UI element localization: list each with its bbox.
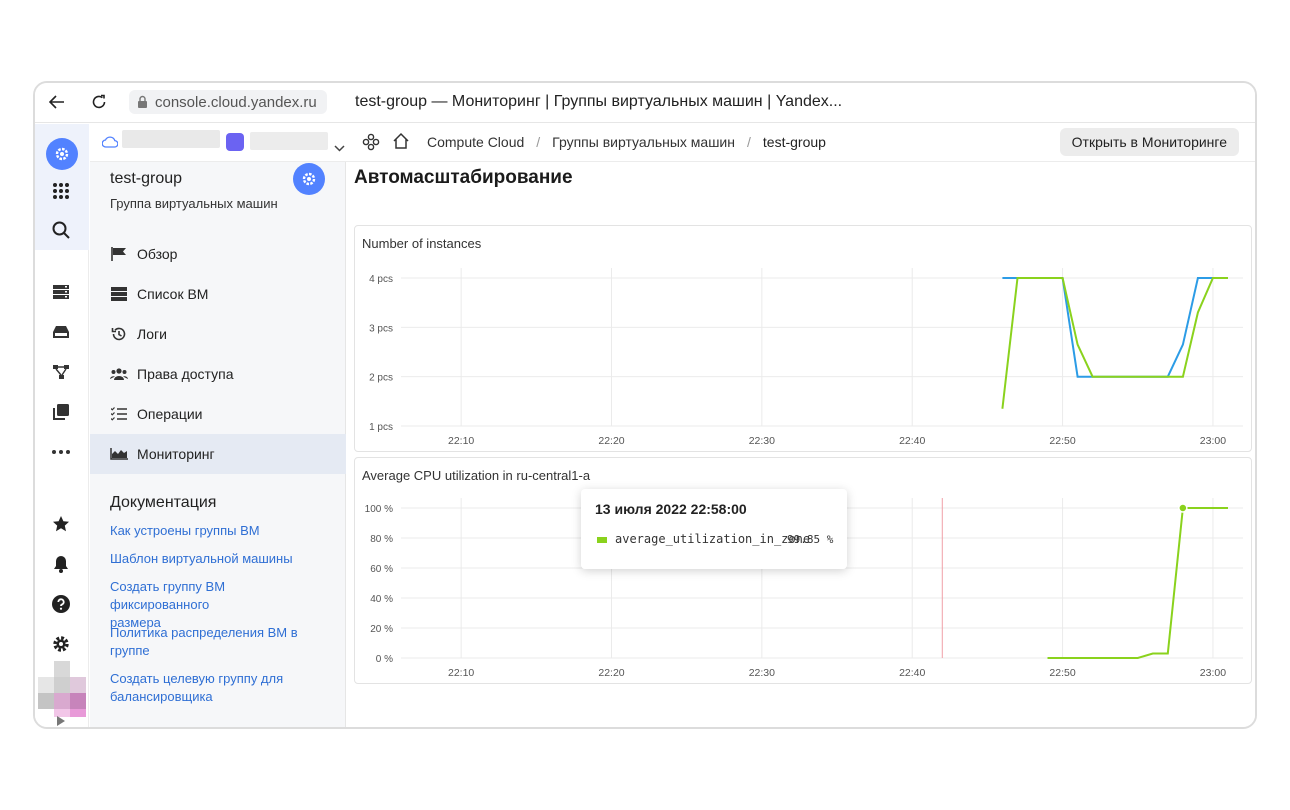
sidebar-item-label: Операции	[137, 406, 203, 422]
x-tick-label: 22:10	[448, 435, 474, 447]
sidebar-item-monitoring[interactable]: Мониторинг	[90, 434, 346, 474]
back-arrow-icon[interactable]	[47, 92, 67, 112]
resource-type: Группа виртуальных машин	[110, 196, 278, 211]
sidebar-item-operations[interactable]: Операции	[90, 394, 346, 434]
history-icon	[110, 326, 128, 342]
y-tick-label: 100 %	[365, 504, 393, 515]
more-icon[interactable]	[50, 441, 72, 463]
home-icon[interactable]	[392, 132, 410, 155]
chart-tooltip: 13 июля 2022 22:58:00 average_utilizatio…	[581, 489, 847, 569]
chevron-down-icon[interactable]	[334, 139, 345, 157]
y-tick-label: 80 %	[370, 534, 393, 545]
y-tick-label: 2 pcs	[369, 373, 393, 384]
breadcrumb-separator: /	[536, 134, 541, 150]
open-in-monitoring-button[interactable]: Открыть в Мониторинге	[1059, 128, 1239, 156]
sidebar-item-label: Логи	[137, 326, 167, 342]
x-tick-label: 22:50	[1049, 667, 1075, 679]
y-tick-label: 20 %	[370, 624, 393, 635]
legend-swatch	[597, 537, 607, 543]
lock-icon	[137, 95, 148, 113]
sidebar: test-group Группа виртуальных машин Обзо…	[90, 162, 346, 727]
y-tick-label: 60 %	[370, 564, 393, 575]
help-icon[interactable]	[50, 593, 72, 615]
star-icon[interactable]	[50, 513, 72, 535]
servers-icon[interactable]	[50, 281, 72, 303]
x-tick-label: 22:10	[448, 667, 474, 679]
y-tick-label: 1 pcs	[369, 422, 393, 433]
cloud-name-redacted[interactable]	[122, 130, 220, 148]
page-title: Автомасштабирование	[354, 167, 573, 188]
folder-name-redacted[interactable]	[250, 132, 328, 150]
cloud-icon[interactable]	[101, 135, 119, 153]
y-tick-label: 4 pcs	[369, 274, 393, 285]
services-tree-icon[interactable]	[362, 133, 380, 156]
console-header: Compute Cloud / Группы виртуальных машин…	[90, 124, 1255, 162]
breadcrumb-separator: /	[747, 134, 751, 150]
doc-link-how-groups-work[interactable]: Как устроены группы ВМ	[110, 522, 330, 540]
breadcrumb-compute-cloud[interactable]: Compute Cloud	[427, 134, 524, 150]
network-icon[interactable]	[50, 361, 72, 383]
browser-window: console.cloud.yandex.ru test-group — Мон…	[33, 81, 1257, 729]
sidebar-item-overview[interactable]: Обзор	[90, 234, 346, 274]
y-tick-label: 3 pcs	[369, 323, 393, 334]
chart-panel-instances[interactable]: Number of instances 1 pcs 2 pcs 3 pcs 4 pcs…	[354, 225, 1252, 452]
x-tick-label: 22:20	[598, 667, 624, 679]
chart-area-icon	[110, 446, 128, 462]
settings-icon[interactable]	[50, 633, 72, 655]
search-icon[interactable]	[50, 219, 72, 241]
apps-grid-icon[interactable]	[50, 180, 72, 202]
bell-icon[interactable]	[50, 553, 72, 575]
address-bar[interactable]: console.cloud.yandex.ru	[129, 90, 327, 114]
avatar[interactable]	[38, 661, 86, 717]
sidebar-item-access[interactable]: Права доступа	[90, 354, 346, 394]
server-list-icon	[110, 286, 128, 302]
tab-title: test-group — Мониторинг | Группы виртуал…	[355, 93, 843, 110]
doc-link-target-group[interactable]: Создать целевую группу для балансировщик…	[110, 670, 300, 706]
folder-icon[interactable]	[226, 133, 244, 151]
x-tick-label: 22:40	[899, 667, 925, 679]
x-tick-label: 23:00	[1200, 667, 1226, 679]
images-icon[interactable]	[50, 401, 72, 423]
x-tick-label: 22:30	[749, 435, 775, 447]
doc-link-distribution-policy[interactable]: Политика распределения ВМ в группе	[110, 624, 315, 660]
flag-icon	[110, 246, 128, 262]
compute-service-icon[interactable]	[46, 138, 78, 170]
compute-badge-icon	[293, 163, 325, 195]
icon-rail	[35, 124, 89, 727]
resource-title: test-group	[110, 170, 183, 187]
breadcrumb-current: test-group	[762, 134, 826, 150]
x-tick-label: 22:20	[598, 435, 624, 447]
breadcrumb: Compute Cloud / Группы виртуальных машин…	[427, 134, 826, 150]
browser-toolbar: console.cloud.yandex.ru test-group — Мон…	[35, 83, 1255, 123]
main-content: Автомасштабирование Number of instances …	[347, 162, 1255, 727]
hover-point	[1178, 503, 1188, 513]
x-tick-label: 23:00	[1200, 435, 1226, 447]
url-text: console.cloud.yandex.ru	[155, 93, 317, 111]
disk-icon[interactable]	[50, 321, 72, 343]
instances-chart[interactable]: 1 pcs 2 pcs 3 pcs 4 pcs 22:10 22:20 22:30 22:40…	[355, 226, 1253, 453]
tooltip-series-name: average_utilization_in_zone	[615, 532, 811, 546]
sidebar-item-label: Мониторинг	[137, 446, 215, 462]
breadcrumb-instance-groups[interactable]: Группы виртуальных машин	[552, 134, 735, 150]
users-icon	[110, 366, 128, 382]
sidebar-item-label: Список ВМ	[137, 286, 209, 302]
expand-rail-icon[interactable]	[50, 710, 72, 727]
sidebar-item-logs[interactable]: Логи	[90, 314, 346, 354]
docs-heading: Документация	[110, 494, 217, 511]
y-tick-label: 40 %	[370, 594, 393, 605]
sidebar-item-vm-list[interactable]: Список ВМ	[90, 274, 346, 314]
sidebar-item-label: Обзор	[137, 246, 178, 262]
x-tick-label: 22:40	[899, 435, 925, 447]
sidebar-item-label: Права доступа	[137, 366, 234, 382]
checklist-icon	[110, 406, 128, 422]
x-tick-label: 22:50	[1049, 435, 1075, 447]
doc-link-vm-template[interactable]: Шаблон виртуальной машины	[110, 550, 330, 568]
series-line-1	[1047, 507, 1228, 659]
y-tick-label: 0 %	[376, 654, 393, 665]
reload-icon[interactable]	[89, 92, 109, 112]
x-tick-label: 22:30	[749, 667, 775, 679]
tooltip-title: 13 июля 2022 22:58:00	[595, 501, 747, 517]
tooltip-value: 99.85 %	[787, 533, 834, 546]
